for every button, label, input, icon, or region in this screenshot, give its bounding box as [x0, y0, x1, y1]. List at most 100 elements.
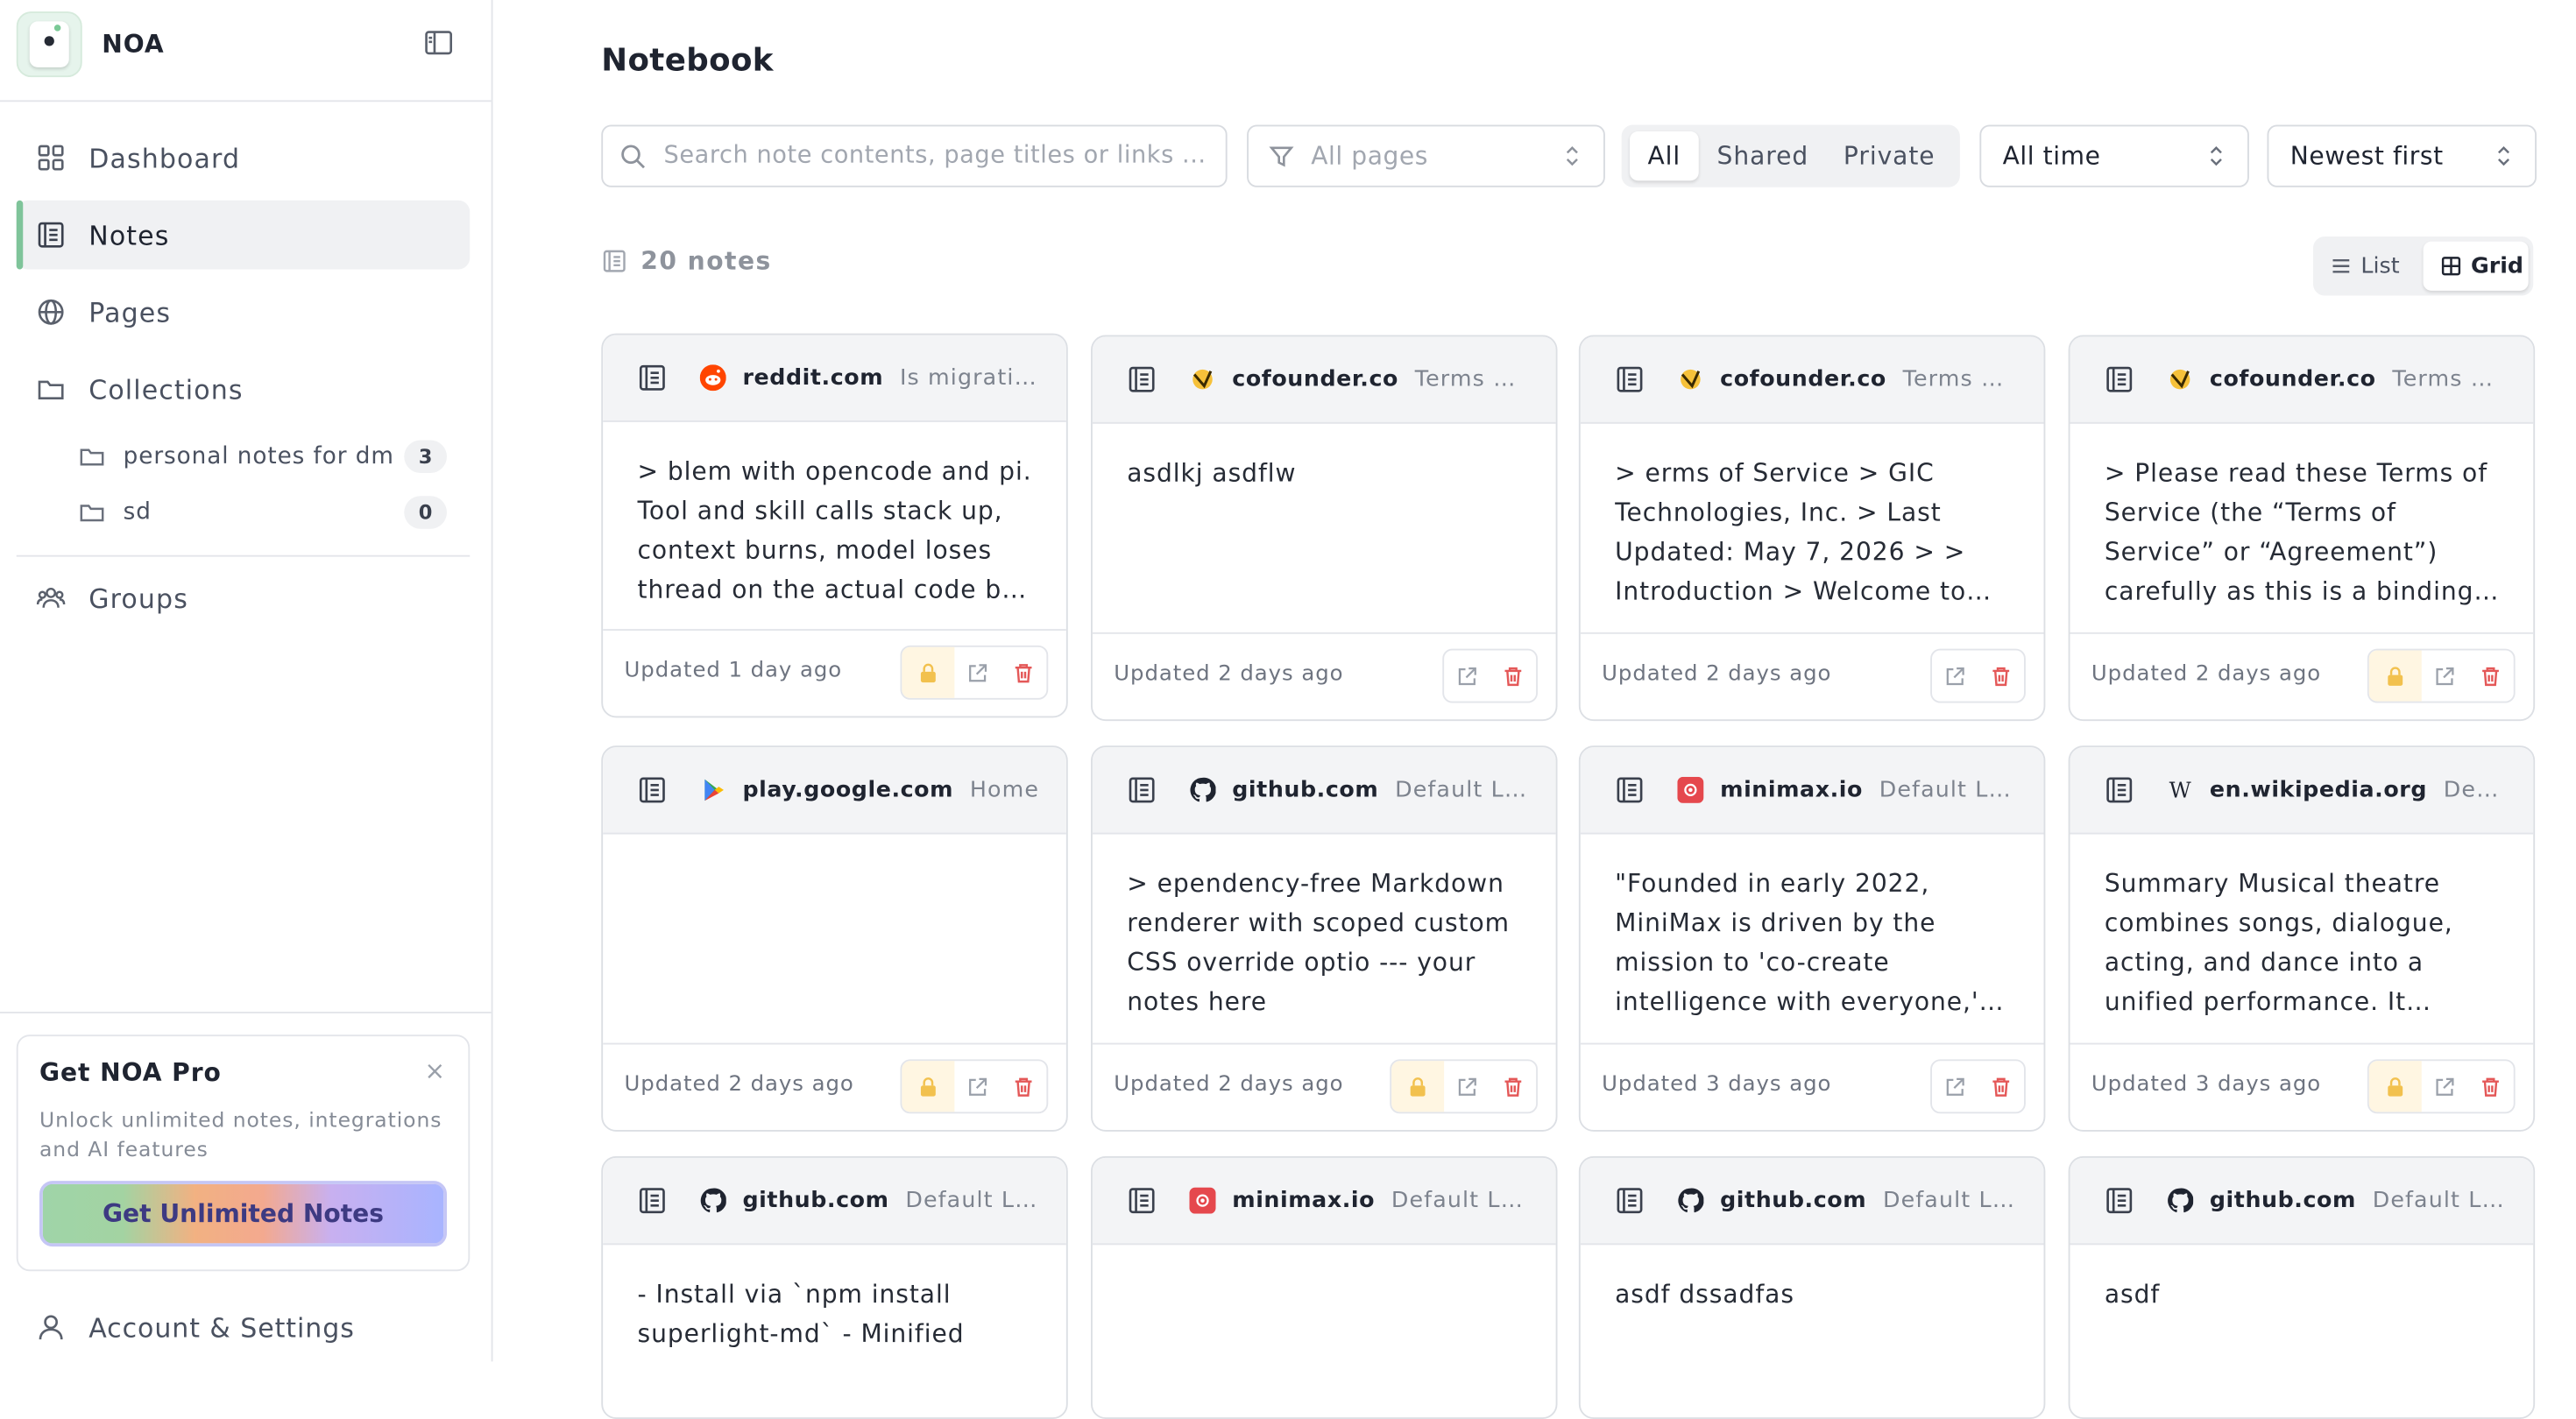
note-page-title: Default Layer: [1391, 1187, 1554, 1214]
visibility-private-option[interactable]: Private: [1829, 131, 1950, 180]
sidebar-toggle-icon[interactable]: [424, 28, 454, 58]
note-updated: Updated 2 days ago: [2091, 661, 2322, 687]
note-card-header: github.com Default Layer: [1092, 747, 1556, 835]
trash-icon: [2482, 1077, 2499, 1096]
note-card[interactable]: minimax.io Default Layer: [1091, 1156, 1558, 1419]
groups-icon: [36, 587, 66, 608]
external-link-icon: [1946, 667, 1964, 685]
note-card[interactable]: play.google.com Home Updated 2 days ago: [601, 745, 1068, 1132]
note-page-title: Is migrating ...: [899, 364, 1066, 392]
note-site: cofounder.co: [1232, 366, 1399, 393]
github-icon: [2167, 1188, 2194, 1214]
note-card[interactable]: cofounder.co Terms of S... > erms of Servi…: [1578, 335, 2046, 722]
delete-button[interactable]: [1001, 647, 1047, 698]
page-filter-select[interactable]: All pages: [1247, 124, 1605, 187]
note-icon: [1129, 1188, 1155, 1214]
note-actions: [1442, 648, 1538, 703]
note-card[interactable]: cofounder.co Terms of S... asdlkj asdflw Up…: [1091, 335, 1558, 722]
delete-button[interactable]: [1978, 1061, 2025, 1112]
note-content: > Please read these Terms of Service (th…: [2104, 458, 2488, 606]
open-link-button[interactable]: [1444, 651, 1490, 702]
nav-notes-label: Notes: [88, 219, 170, 251]
visibility-shared-option[interactable]: Shared: [1707, 131, 1819, 180]
collection-item[interactable]: personal notes for dm 3: [75, 434, 447, 480]
open-link-button[interactable]: [1932, 1061, 1978, 1112]
open-link-button[interactable]: [1932, 651, 1978, 702]
note-card-footer: Updated 2 days ago: [1580, 632, 2044, 719]
time-filter-value: All time: [2002, 141, 2101, 171]
note-card[interactable]: github.com Default Layer > ependency-free …: [1091, 745, 1558, 1132]
external-link-icon: [1458, 667, 1476, 685]
nav-collections[interactable]: Collections: [17, 355, 471, 424]
folder-icon: [38, 380, 64, 399]
note-card[interactable]: minimax.io Default Layer "Founded in early…: [1578, 745, 2046, 1132]
lock-button[interactable]: [2368, 650, 2422, 702]
close-icon[interactable]: ×: [425, 1056, 446, 1086]
sidebar-divider: [0, 100, 492, 102]
time-filter-select[interactable]: All time: [1979, 124, 2249, 187]
grid-view-label: Grid: [2471, 252, 2524, 279]
notes-count: 20 notes: [601, 246, 772, 276]
note-icon: [639, 777, 665, 803]
lock-button[interactable]: [902, 1061, 955, 1112]
nav-dashboard[interactable]: Dashboard: [17, 124, 471, 193]
open-link-button[interactable]: [954, 647, 1001, 698]
delete-button[interactable]: [1978, 651, 2025, 702]
note-page-title: Default Layer: [1395, 776, 1556, 803]
sort-select[interactable]: Newest first: [2267, 124, 2537, 187]
notes-icon: [603, 250, 626, 272]
delete-button[interactable]: [2467, 1061, 2514, 1112]
note-site: github.com: [2209, 1187, 2356, 1214]
nav-pages[interactable]: Pages: [17, 278, 471, 347]
open-link-button[interactable]: [1444, 1061, 1490, 1112]
delete-button[interactable]: [1001, 1061, 1047, 1112]
external-link-icon: [2436, 1077, 2454, 1095]
sidebar: NOA Dashboard Notes Pages Collections pe…: [0, 0, 493, 1362]
get-unlimited-notes-button[interactable]: Get Unlimited Notes: [39, 1181, 447, 1247]
account-settings-link[interactable]: Account & Settings: [17, 1293, 471, 1362]
note-card[interactable]: Wen.wikipedia.org Default... Summary Music…: [2068, 745, 2536, 1132]
notes-count-label: 20 notes: [640, 246, 772, 276]
nav-notes[interactable]: Notes: [16, 200, 471, 270]
nav-groups-label: Groups: [88, 582, 188, 614]
lock-button[interactable]: [2368, 1061, 2422, 1112]
lock-button[interactable]: [902, 646, 955, 698]
promo-description: Unlock unlimited notes, integrations and…: [39, 1106, 442, 1161]
open-link-button[interactable]: [2422, 1061, 2468, 1112]
note-card[interactable]: github.com Default Layer asdf dssadfas: [1578, 1156, 2046, 1419]
external-link-icon: [969, 663, 987, 681]
note-card-header: github.com Default Layer: [2070, 1157, 2534, 1246]
brand[interactable]: NOA: [16, 10, 165, 79]
visibility-toggle: All Shared Private: [1621, 124, 1960, 187]
github-icon: [1677, 1188, 1704, 1214]
open-link-button[interactable]: [954, 1061, 1001, 1112]
list-view-button[interactable]: List: [2313, 242, 2417, 291]
note-card-footer: Updated 3 days ago: [1580, 1042, 2044, 1130]
lock-button[interactable]: [1391, 1061, 1445, 1112]
open-link-button[interactable]: [2422, 651, 2468, 702]
note-site: minimax.io: [1232, 1187, 1376, 1214]
note-card[interactable]: cofounder.co Terms of S... > Please read t…: [2068, 335, 2536, 722]
delete-button[interactable]: [1490, 1061, 1537, 1112]
note-page-title: Home: [969, 776, 1040, 803]
note-card-header: cofounder.co Terms of S...: [1580, 336, 2044, 424]
grid-view-button[interactable]: Grid: [2423, 241, 2529, 291]
note-card-footer: Updated 2 days ago: [1092, 632, 1556, 719]
note-icon: [2106, 777, 2133, 803]
note-card-footer: Updated 2 days ago: [603, 1042, 1066, 1130]
delete-button[interactable]: [1490, 651, 1537, 702]
note-card[interactable]: github.com Default Layer - Install via `np…: [601, 1156, 1068, 1419]
delete-button[interactable]: [2467, 651, 2514, 702]
note-updated: Updated 3 days ago: [1602, 1072, 1832, 1098]
collection-item[interactable]: sd 0: [75, 490, 447, 536]
nav-groups[interactable]: Groups: [17, 563, 471, 632]
note-card[interactable]: github.com Default Layer asdf: [2068, 1156, 2536, 1419]
note-card-footer: Updated 1 day ago: [603, 629, 1066, 716]
visibility-all-option[interactable]: All: [1630, 131, 1699, 181]
search-input[interactable]: Search note contents, page titles or lin…: [601, 124, 1228, 187]
trash-icon: [2482, 666, 2499, 686]
note-updated: Updated 3 days ago: [2091, 1072, 2322, 1098]
note-card[interactable]: reddit.com Is migrating ... > blem with op…: [601, 333, 1068, 718]
note-updated: Updated 2 days ago: [1602, 661, 1832, 687]
collection-count-badge: 0: [404, 496, 447, 529]
